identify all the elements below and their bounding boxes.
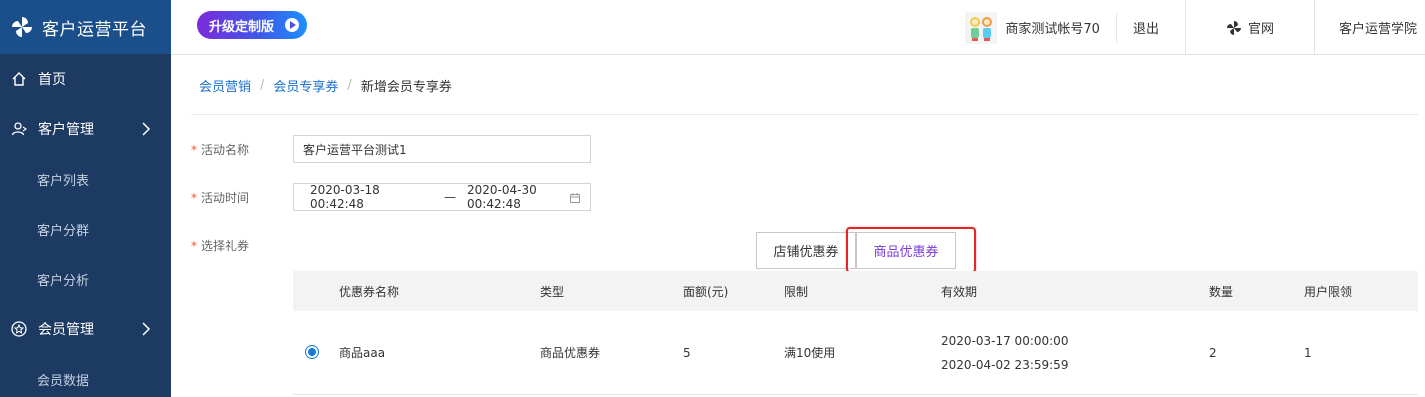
sidebar-item-customer-segments[interactable]: 客户分群: [0, 204, 171, 254]
cell-quantity: 2: [1209, 345, 1217, 360]
activity-time-range-picker[interactable]: 2020-03-18 00:42:48 — 2020-04-30 00:42:4…: [293, 183, 591, 211]
required-mark: *: [191, 239, 197, 253]
column-header-validity: 有效期: [941, 284, 978, 299]
tab-store-coupon[interactable]: 店铺优惠券: [756, 232, 856, 269]
cell-amount: 5: [683, 345, 691, 360]
divider: [191, 114, 1418, 115]
upgrade-label: 升级定制版: [209, 19, 275, 35]
sidebar-item-customer-list[interactable]: 客户列表: [0, 154, 171, 204]
valid-from: 2020-03-17 00:00:00: [941, 333, 1069, 348]
sidebar-item-customer-management[interactable]: 客户管理: [0, 104, 171, 154]
logout-link[interactable]: 退出: [1117, 0, 1186, 55]
sidebar-item-customer-analysis[interactable]: 客户分析: [0, 254, 171, 304]
breadcrumb-separator: /: [347, 78, 352, 93]
sidebar-item-member-management[interactable]: 会员管理: [0, 304, 171, 354]
app-logo[interactable]: 客户运营平台: [0, 0, 171, 54]
customers-icon: [10, 120, 28, 138]
activity-name-input[interactable]: 客户运营平台测试1: [293, 135, 591, 163]
chevron-right-icon: [142, 122, 151, 136]
member-star-icon: [10, 320, 28, 338]
coupon-radio[interactable]: [305, 345, 319, 359]
upgrade-button[interactable]: 升级定制版: [197, 11, 307, 39]
activity-time-label: * 活动时间: [191, 189, 249, 206]
app-title: 客户运营平台: [42, 19, 147, 40]
top-header: 升级定制版 商家测试帐号70 退出 官网 客户运营学院: [171, 0, 1425, 55]
activity-name-label-text: 活动名称: [201, 143, 250, 157]
cell-name: 商品aaa: [339, 346, 386, 360]
coupon-table-header: 优惠券名称 类型 面额(元) 限制 有效期 数量 用户限领: [293, 271, 1418, 311]
pinwheel-logo-icon: [12, 17, 32, 37]
play-icon: [285, 18, 299, 32]
sidebar: 客户运营平台 首页 客户管理 客户列表 客户分群 客户分析 会员管理 会员数据: [0, 0, 171, 397]
sidebar-item-home[interactable]: 首页: [0, 54, 171, 104]
column-header-amount: 面额(元): [683, 284, 729, 299]
breadcrumb-separator: /: [260, 78, 265, 93]
official-site-label: 官网: [1247, 22, 1274, 37]
sidebar-item-label: 会员管理: [38, 322, 94, 338]
required-mark: *: [191, 143, 197, 157]
academy-link[interactable]: 客户运营学院: [1315, 0, 1425, 55]
sidebar-item-label: 首页: [38, 72, 66, 88]
breadcrumb-member-coupons[interactable]: 会员专享券: [273, 76, 338, 95]
activity-name-value: 客户运营平台测试1: [303, 142, 407, 157]
calendar-icon: [570, 193, 580, 203]
breadcrumb-current: 新增会员专享券: [360, 80, 452, 95]
activity-time-label-text: 活动时间: [201, 191, 250, 205]
pinwheel-icon: [1226, 20, 1241, 35]
cell-limit: 满10使用: [784, 346, 836, 360]
coupon-select-label: * 选择礼券: [191, 237, 249, 254]
required-mark: *: [191, 191, 197, 205]
official-site-link[interactable]: 官网: [1186, 0, 1315, 55]
column-header-name: 优惠券名称: [339, 284, 400, 299]
header-actions: 商家测试帐号70 退出 官网 客户运营学院: [965, 0, 1425, 55]
cell-per-user-limit: 1: [1304, 345, 1312, 360]
account-menu[interactable]: 商家测试帐号70: [965, 11, 1117, 44]
sidebar-item-member-data[interactable]: 会员数据: [0, 354, 171, 397]
coupon-select-label-text: 选择礼券: [201, 239, 250, 253]
home-icon: [10, 70, 28, 88]
valid-to: 2020-04-02 23:59:59: [941, 357, 1069, 372]
chevron-right-icon: [142, 322, 151, 336]
cell-type: 商品优惠券: [540, 346, 601, 360]
column-header-quantity: 数量: [1209, 284, 1234, 299]
breadcrumb: 会员营销 / 会员专享券 / 新增会员专享券: [199, 76, 452, 95]
table-row[interactable]: 商品aaa 商品优惠券 5 满10使用 2020-03-17 00:00:00 …: [293, 311, 1418, 395]
breadcrumb-member-marketing[interactable]: 会员营销: [199, 76, 251, 95]
column-header-type: 类型: [540, 284, 565, 299]
highlight-annotation: [846, 227, 976, 273]
account-name: 商家测试帐号70: [1005, 22, 1100, 37]
range-separator: —: [444, 190, 456, 204]
column-header-limit: 限制: [784, 284, 809, 299]
avatar: [965, 11, 998, 44]
column-header-per-user-limit: 用户限领: [1304, 284, 1353, 299]
sidebar-item-label: 客户管理: [38, 122, 94, 138]
start-time: 2020-03-18 00:42:48: [310, 183, 380, 211]
activity-name-label: * 活动名称: [191, 141, 249, 158]
cell-validity: 2020-03-17 00:00:00 2020-04-02 23:59:59: [941, 311, 1068, 394]
